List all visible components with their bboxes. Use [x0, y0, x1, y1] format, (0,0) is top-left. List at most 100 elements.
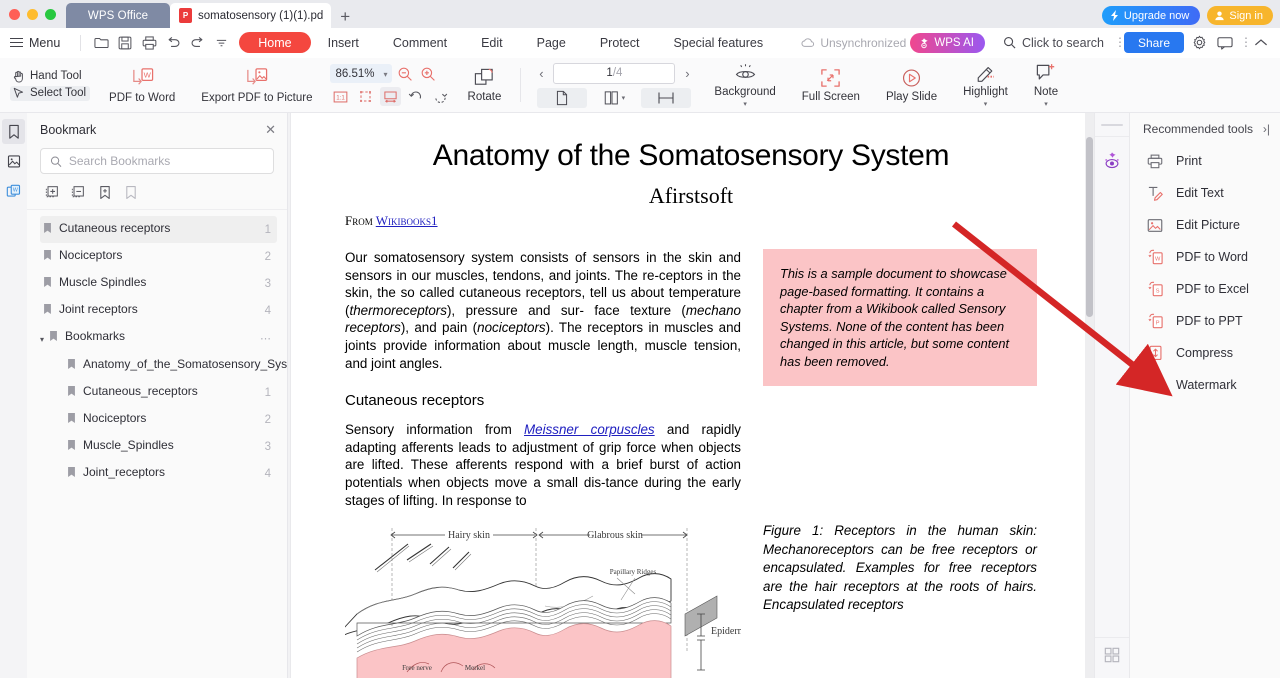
feedback-chat-icon[interactable]	[1214, 32, 1236, 54]
maximize-window-button[interactable]	[45, 8, 56, 20]
delete-bookmark-icon[interactable]	[121, 183, 140, 201]
meissner-corpuscles-link[interactable]: Meissner corpuscles	[524, 422, 655, 437]
bookmark-item[interactable]: Muscle Spindles 3	[40, 270, 277, 297]
page-navigation-group: ‹ 1/4 › ▾	[527, 62, 701, 108]
single-page-view-button[interactable]	[537, 87, 588, 108]
brand-tab[interactable]: WPS Office	[66, 3, 170, 28]
expand-triangle-icon[interactable]: ▾	[40, 332, 44, 347]
page-number-field[interactable]: 1/4	[553, 62, 676, 84]
play-slide-button[interactable]: Play Slide	[873, 67, 950, 103]
glabrous-skin-label: Glabrous skin	[587, 530, 643, 541]
collapse-panel-icon[interactable]: ›|	[1263, 122, 1270, 136]
expand-all-icon[interactable]	[43, 183, 62, 201]
rail-handle[interactable]	[1101, 124, 1123, 126]
rotate-left-button[interactable]	[405, 87, 426, 106]
sync-status[interactable]: Unsynchronized	[801, 36, 906, 50]
fit-page-button[interactable]	[355, 87, 376, 106]
two-page-view-button[interactable]: ▾	[589, 88, 639, 108]
zoom-level-input[interactable]	[329, 64, 392, 84]
scrollbar-thumb[interactable]	[1086, 137, 1093, 317]
bookmark-item[interactable]: Cutaneous_receptors 1	[40, 379, 277, 406]
tool-edit-text[interactable]: Edit Text	[1130, 177, 1280, 209]
select-tool-button[interactable]: Select Tool	[10, 85, 91, 101]
open-folder-icon[interactable]	[89, 32, 113, 54]
bookmark-group-item[interactable]: ▾ Bookmarks ⋯	[40, 324, 277, 352]
ai-assistant-icon[interactable]	[1102, 151, 1122, 175]
wikibooks-link[interactable]: Wikibooks1	[376, 213, 438, 228]
tool-compress[interactable]: Compress	[1130, 337, 1280, 369]
bookmark-icon	[67, 466, 76, 482]
bookmark-item[interactable]: Muscle_Spindles 3	[40, 433, 277, 460]
window-controls[interactable]	[0, 0, 66, 28]
bookmark-label: Cutaneous_receptors	[83, 384, 198, 398]
tool-edit-picture[interactable]: Edit Picture	[1130, 209, 1280, 241]
bookmark-item[interactable]: Joint_receptors 4	[40, 460, 277, 487]
settings-gear-icon[interactable]	[1188, 32, 1210, 54]
minimize-window-button[interactable]	[27, 8, 38, 20]
tab-protect[interactable]: Protect	[583, 32, 657, 53]
hamburger-icon[interactable]	[10, 37, 23, 48]
tool-pdf-to-excel[interactable]: S PDF to Excel	[1130, 273, 1280, 305]
customize-toolbar-icon[interactable]	[209, 32, 233, 54]
bookmark-item[interactable]: Nociceptors 2	[40, 406, 277, 433]
rotate-button[interactable]: Rotate	[455, 67, 515, 103]
bookmark-item[interactable]: Nociceptors 2	[40, 243, 277, 270]
new-tab-button[interactable]: +	[331, 8, 359, 28]
bookmark-item[interactable]: Cutaneous receptors 1	[40, 216, 277, 243]
rail-thumbnail-icon[interactable]	[2, 149, 25, 174]
more-options-icon[interactable]: ⋮	[1114, 36, 1126, 48]
tool-print[interactable]: Print	[1130, 145, 1280, 177]
search-box[interactable]: Click to search	[1003, 36, 1104, 50]
upgrade-now-button[interactable]: Upgrade now	[1101, 6, 1201, 25]
export-pdf-to-picture-button[interactable]: Export PDF to Picture	[188, 66, 325, 104]
redo-icon[interactable]	[185, 32, 209, 54]
tool-pdf-to-ppt[interactable]: P PDF to PPT	[1130, 305, 1280, 337]
bookmark-item[interactable]: Joint receptors 4	[40, 297, 277, 324]
apps-grid-icon[interactable]	[1104, 647, 1120, 668]
zoom-out-button[interactable]	[396, 64, 415, 83]
background-button[interactable]: Background ▾	[701, 62, 788, 108]
document-viewer[interactable]: Anatomy of the Somatosensory System Afir…	[288, 113, 1094, 678]
rail-convert-icon[interactable]: W	[2, 179, 25, 204]
next-page-button[interactable]: ›	[679, 63, 695, 83]
save-icon[interactable]	[113, 32, 137, 54]
note-button[interactable]: Note ▾	[1021, 62, 1071, 108]
wps-ai-button[interactable]: WPS AI	[910, 32, 985, 53]
overflow-menu-icon[interactable]: ⋮	[1240, 36, 1252, 48]
bookmark-search[interactable]	[40, 148, 274, 174]
rail-bookmark-icon[interactable]	[2, 119, 25, 144]
share-button[interactable]: Share	[1123, 32, 1184, 53]
sign-in-button[interactable]: Sign in	[1207, 6, 1273, 25]
rotate-right-button[interactable]	[430, 87, 451, 106]
document-tab[interactable]: P somatosensory (1)(1).pd	[170, 3, 332, 28]
zoom-in-button[interactable]	[419, 64, 438, 83]
tab-home[interactable]: Home	[239, 32, 311, 53]
tab-special-features[interactable]: Special features	[656, 32, 780, 53]
add-bookmark-icon[interactable]	[95, 183, 114, 201]
bookmark-item[interactable]: Anatomy_of_the_Somatosensory_System 1	[40, 352, 287, 379]
pdf-to-word-button[interactable]: W PDF to Word	[96, 66, 188, 104]
full-screen-button[interactable]: Full Screen	[789, 67, 873, 103]
tab-comment[interactable]: Comment	[376, 32, 464, 53]
bookmark-more-icon[interactable]: ⋯	[260, 332, 271, 347]
close-window-button[interactable]	[9, 8, 20, 20]
actual-size-button[interactable]: 1:1	[330, 87, 351, 106]
print-icon[interactable]	[137, 32, 161, 54]
continuous-scroll-button[interactable]	[641, 87, 692, 108]
tab-page[interactable]: Page	[520, 32, 583, 53]
previous-page-button[interactable]: ‹	[533, 63, 549, 83]
search-bookmarks-input[interactable]	[68, 154, 264, 168]
undo-icon[interactable]	[161, 32, 185, 54]
hand-tool-button[interactable]: Hand Tool	[12, 70, 90, 83]
fit-width-button[interactable]	[379, 87, 401, 107]
collapse-ribbon-icon[interactable]	[1250, 32, 1272, 54]
close-icon[interactable]: ✕	[265, 122, 276, 138]
vertical-scrollbar[interactable]	[1085, 113, 1094, 678]
menu-button[interactable]: Menu	[29, 36, 60, 50]
tool-watermark[interactable]: Watermark	[1130, 369, 1280, 401]
tab-insert[interactable]: Insert	[311, 32, 376, 53]
tab-edit[interactable]: Edit	[464, 32, 520, 53]
tool-pdf-to-word[interactable]: W PDF to Word	[1130, 241, 1280, 273]
highlight-button[interactable]: Highlight ▾	[950, 62, 1021, 108]
collapse-all-icon[interactable]	[69, 183, 88, 201]
